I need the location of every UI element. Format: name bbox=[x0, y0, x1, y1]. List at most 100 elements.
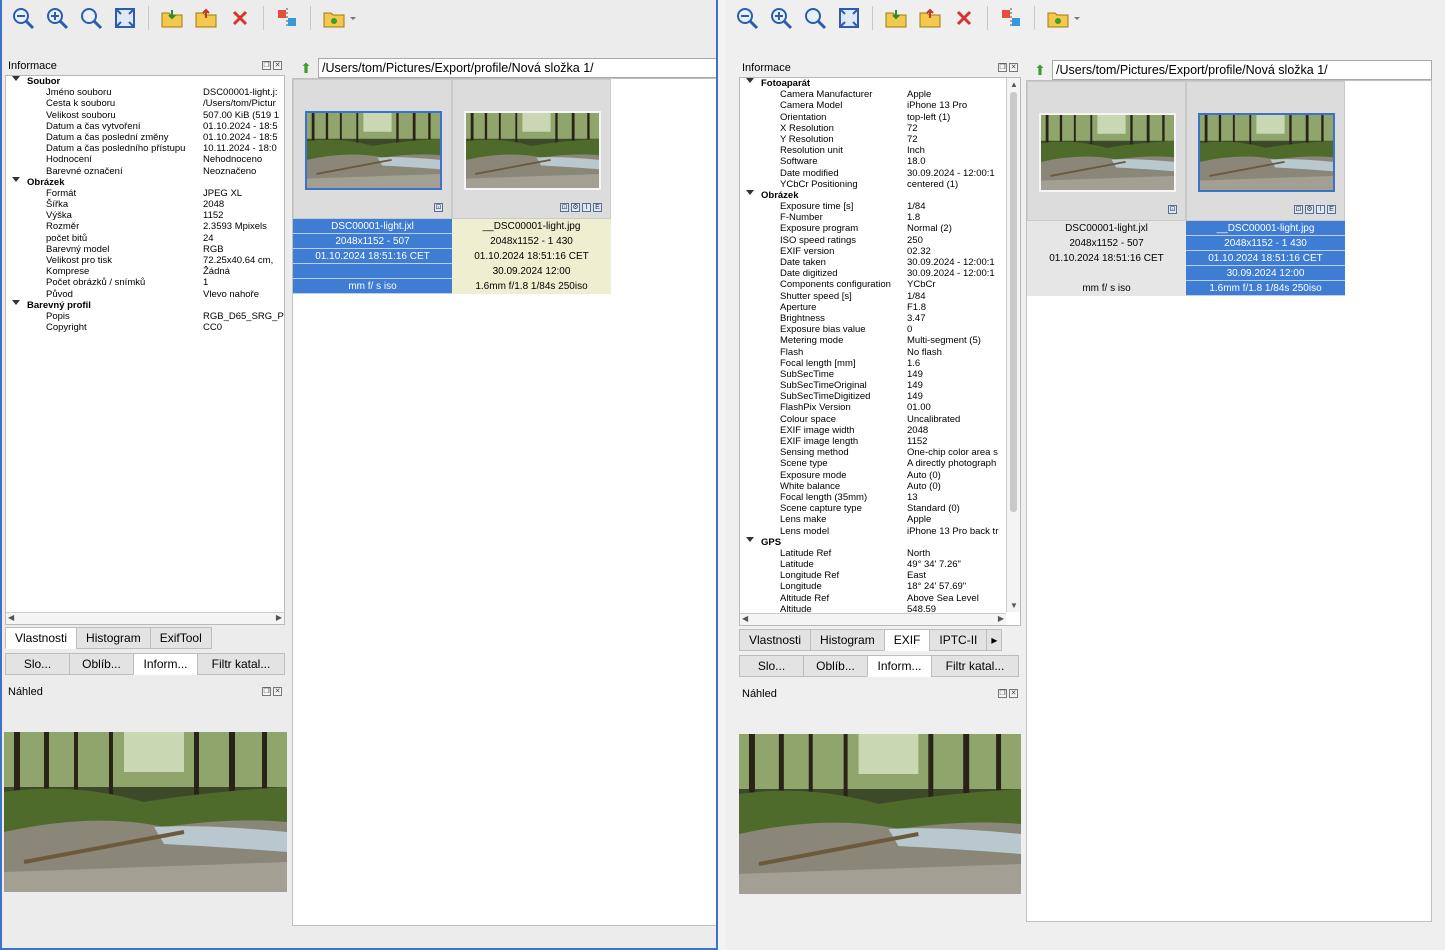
export-folder-icon[interactable] bbox=[917, 5, 943, 31]
tree-row[interactable]: Longitude Ref East bbox=[740, 570, 1020, 581]
tree-row[interactable]: Camera Model iPhone 13 Pro bbox=[740, 100, 1020, 111]
tree-row[interactable]: Rozměr 2.3593 Mpixels bbox=[6, 221, 284, 232]
tree-row[interactable]: Latitude 49° 34' 7.26" bbox=[740, 559, 1020, 570]
horizontal-scrollbar[interactable]: ◀ ▶ bbox=[740, 613, 1006, 625]
tree-row[interactable]: Scene capture type Standard (0) bbox=[740, 503, 1020, 514]
delete-icon[interactable] bbox=[227, 5, 253, 31]
tree-row[interactable]: Flash No flash bbox=[740, 347, 1020, 358]
tree-group[interactable]: GPS bbox=[740, 536, 1020, 548]
expand-icon[interactable] bbox=[12, 176, 20, 182]
tree-row[interactable]: Velikost souboru 507.00 KiB (519 1 bbox=[6, 110, 284, 121]
tree-group[interactable]: Obrázek bbox=[740, 189, 1020, 201]
thumbnail-item[interactable]: ⊡ DSC00001-light.jxl 2048x1152 - 507 01.10.… bbox=[1027, 81, 1186, 296]
tree-row[interactable]: White balance Auto (0) bbox=[740, 481, 1020, 492]
tree-row[interactable]: Scene type A directly photograph bbox=[740, 458, 1020, 469]
tree-row[interactable]: Date modified 30.09.2024 - 12:00:1 bbox=[740, 168, 1020, 179]
tree-row[interactable]: Date taken 30.09.2024 - 12:00:1 bbox=[740, 257, 1020, 268]
thumbnail-frame[interactable]: ⊡ ⚙ I E bbox=[452, 79, 611, 219]
export-folder-icon[interactable] bbox=[193, 5, 219, 31]
close-icon[interactable]: ✕ bbox=[1009, 689, 1018, 698]
tree-row[interactable]: SubSecTime 149 bbox=[740, 369, 1020, 380]
folder-dropdown-icon[interactable] bbox=[321, 5, 357, 31]
tree-row[interactable]: Shutter speed [s] 1/84 bbox=[740, 291, 1020, 302]
tree-row[interactable]: Copyright CC0 bbox=[6, 322, 284, 333]
tab-vlastnosti[interactable]: Vlastnosti bbox=[739, 629, 812, 651]
tree-row[interactable]: ISO speed ratings 250 bbox=[740, 235, 1020, 246]
tree-row[interactable]: Focal length [mm] 1.6 bbox=[740, 358, 1020, 369]
tree-row[interactable]: EXIF version 02.32 bbox=[740, 246, 1020, 257]
tree-row[interactable]: Počet obrázků / snímků 1 bbox=[6, 277, 284, 288]
tree-row[interactable]: Lens model iPhone 13 Pro back tr bbox=[740, 526, 1020, 537]
delete-icon[interactable] bbox=[951, 5, 977, 31]
float-icon[interactable]: ❐ bbox=[998, 63, 1007, 72]
tab-inform[interactable]: Inform... bbox=[867, 655, 932, 677]
tree-row[interactable]: EXIF image length 1152 bbox=[740, 436, 1020, 447]
tree-row[interactable]: FlashPix Version 01.00 bbox=[740, 402, 1020, 413]
tab-exiftool[interactable]: ExifTool bbox=[149, 627, 212, 649]
tree-row[interactable]: Barevné označení Neoznačeno bbox=[6, 166, 284, 177]
tree-row[interactable]: Orientation top-left (1) bbox=[740, 112, 1020, 123]
tree-row[interactable]: Popis RGB_D65_SRG_P bbox=[6, 311, 284, 322]
tree-row[interactable]: Hodnocení Nehodnoceno bbox=[6, 154, 284, 165]
tab-histogram[interactable]: Histogram bbox=[76, 627, 151, 649]
fullscreen-icon[interactable] bbox=[836, 5, 862, 31]
tree-row[interactable]: Focal length (35mm) 13 bbox=[740, 492, 1020, 503]
tree-row[interactable]: Components configuration YCbCr bbox=[740, 279, 1020, 290]
tree-row[interactable]: X Resolution 72 bbox=[740, 123, 1020, 134]
tab-inform[interactable]: Inform... bbox=[133, 653, 198, 675]
float-icon[interactable]: ❐ bbox=[998, 689, 1007, 698]
tree-row[interactable]: Původ Vlevo nahoře bbox=[6, 289, 284, 300]
open-folder-icon[interactable] bbox=[159, 5, 185, 31]
info-tree[interactable]: Soubor Jméno souboru DSC00001-light.j: Cest… bbox=[5, 75, 285, 625]
thumbnail-item[interactable]: ⊡ ⚙ I E __DSC00001-light.jpg 2048x1152 - 1 43… bbox=[1186, 81, 1345, 296]
tab-filtr-katal[interactable]: Filtr katal... bbox=[197, 653, 285, 675]
tab-scroll-right-icon[interactable]: ▸ bbox=[986, 629, 1003, 651]
tree-row[interactable]: Formát JPEG XL bbox=[6, 188, 284, 199]
tree-row[interactable]: SubSecTimeOriginal 149 bbox=[740, 380, 1020, 391]
tree-row[interactable]: Cesta k souboru/Users/tom/Pictur bbox=[6, 98, 284, 109]
tree-row[interactable]: Aperture F1.8 bbox=[740, 302, 1020, 313]
path-input[interactable]: /Users/tom/Pictures/Export/profile/Nová … bbox=[1052, 60, 1432, 80]
thumbnail-image[interactable] bbox=[1198, 113, 1335, 192]
zoom-out-icon[interactable] bbox=[734, 5, 760, 31]
go-up-icon[interactable]: ⬆ bbox=[294, 60, 318, 77]
folder-dropdown-icon[interactable] bbox=[1045, 5, 1081, 31]
tree-row[interactable]: Šířka 2048 bbox=[6, 199, 284, 210]
fullscreen-icon[interactable] bbox=[112, 5, 138, 31]
tree-row[interactable]: Exposure bias value 0 bbox=[740, 324, 1020, 335]
exif-tree[interactable]: Fotoaparát Camera Manufacturer Apple Camera… bbox=[739, 77, 1021, 626]
tab-exif[interactable]: EXIF bbox=[883, 629, 931, 651]
zoom-fit-icon[interactable] bbox=[78, 5, 104, 31]
expand-icon[interactable] bbox=[746, 536, 754, 542]
tree-row[interactable]: Výška 1152 bbox=[6, 210, 284, 221]
go-up-icon[interactable]: ⬆ bbox=[1028, 62, 1052, 79]
tree-row[interactable]: Komprese Žádná bbox=[6, 266, 284, 277]
thumbnail-frame[interactable]: ⊡ bbox=[1027, 81, 1186, 221]
vertical-scrollbar[interactable]: ▲ ▼ bbox=[1006, 78, 1020, 612]
thumbnail-frame[interactable]: ⊡ bbox=[293, 79, 452, 219]
tab-slo[interactable]: Slo... bbox=[739, 655, 804, 677]
scroll-thumb[interactable] bbox=[1010, 92, 1017, 512]
float-icon[interactable]: ❐ bbox=[262, 61, 271, 70]
open-folder-icon[interactable] bbox=[883, 5, 909, 31]
thumbnail-image[interactable] bbox=[305, 111, 442, 190]
thumbnail-item[interactable]: ⊡ DSC00001-light.jxl 2048x1152 - 507 01.10.… bbox=[293, 79, 452, 294]
tree-row[interactable]: Colour space Uncalibrated bbox=[740, 414, 1020, 425]
tree-row[interactable]: Brightness 3.47 bbox=[740, 313, 1020, 324]
close-icon[interactable]: ✕ bbox=[273, 687, 282, 696]
horizontal-scrollbar[interactable]: ◀ ▶ bbox=[6, 612, 284, 624]
tree-row[interactable]: Jméno souboru DSC00001-light.j: bbox=[6, 87, 284, 98]
tree-row[interactable]: Barevný model RGB bbox=[6, 244, 284, 255]
tree-group[interactable]: Barevný profil bbox=[6, 299, 284, 311]
expand-icon[interactable] bbox=[746, 189, 754, 195]
flip-icon[interactable] bbox=[274, 5, 300, 31]
thumbnail-item[interactable]: ⊡ ⚙ I E __DSC00001-light.jpg 2048x1152 - 1 43… bbox=[452, 79, 611, 294]
tree-row[interactable]: Software 18.0 bbox=[740, 156, 1020, 167]
tree-row[interactable]: Datum a čas vytvoření 01.10.2024 - 18:5 bbox=[6, 121, 284, 132]
thumbnail-frame[interactable]: ⊡ ⚙ I E bbox=[1186, 81, 1345, 221]
tree-row[interactable]: Sensing method One-chip color area s bbox=[740, 447, 1020, 458]
tab-iptc-ii[interactable]: IPTC-II bbox=[929, 629, 988, 651]
zoom-in-icon[interactable] bbox=[44, 5, 70, 31]
tree-row[interactable]: Longitude 18° 24' 57.69" bbox=[740, 581, 1020, 592]
tree-row[interactable]: Exposure mode Auto (0) bbox=[740, 470, 1020, 481]
